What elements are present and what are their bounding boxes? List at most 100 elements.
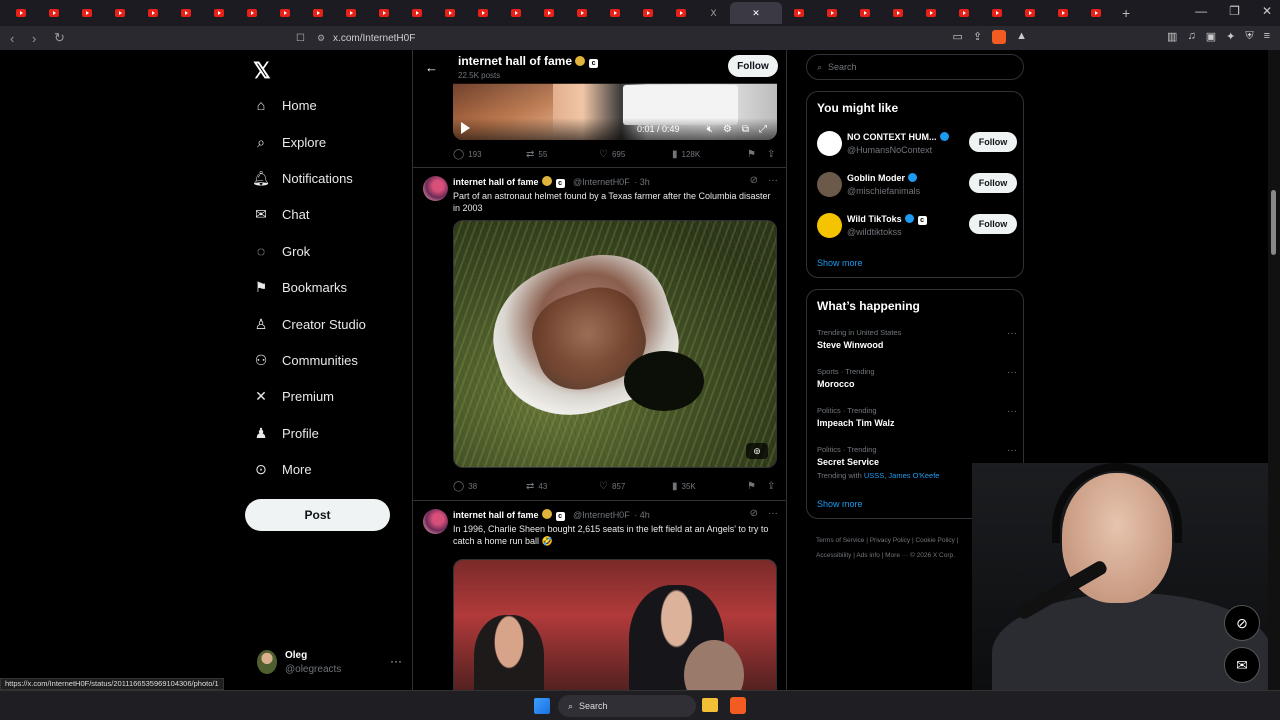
show-more-link[interactable]: Show more — [817, 258, 863, 268]
views-button[interactable]: ▮ 35K — [672, 481, 696, 492]
bookmark-button[interactable]: ⚑ — [747, 149, 756, 160]
browser-tab[interactable] — [136, 2, 169, 24]
author-handle[interactable]: @InternetH0F — [573, 510, 630, 520]
follow-button[interactable]: Follow — [969, 214, 1017, 234]
browser-tab[interactable] — [980, 2, 1013, 24]
repost-button[interactable]: ⇄ 55 — [526, 149, 547, 160]
reply-button[interactable]: ◯ 38 — [453, 481, 477, 492]
video-player[interactable]: 0:01 / 0:49 🔇︎ ⚙ ⧉ ⤢ — [453, 83, 777, 140]
minimize-icon[interactable]: — — [1195, 4, 1207, 18]
scrollbar[interactable] — [1268, 50, 1280, 690]
account-switcher[interactable]: Oleg @olegreacts ··· — [257, 648, 402, 678]
suggestion-item[interactable]: Wild TikToks c @wildtiktokss Follow — [817, 211, 1017, 241]
more-dots-icon[interactable]: ··· — [768, 508, 778, 519]
file-explorer-icon[interactable] — [702, 698, 718, 712]
grok-icon[interactable]: ⊘ — [750, 175, 758, 186]
follow-button[interactable]: Follow — [969, 173, 1017, 193]
fullscreen-icon[interactable]: ⤢ — [759, 124, 767, 135]
browser-tab[interactable] — [631, 2, 664, 24]
post-button[interactable]: Post — [245, 499, 390, 531]
new-tab-button[interactable]: + — [1122, 5, 1130, 21]
post-video[interactable] — [453, 559, 777, 690]
nav-item-grok[interactable]: ◌ Grok — [253, 239, 310, 263]
browser-tab[interactable] — [169, 2, 202, 24]
nav-item-communities[interactable]: ⚇ Communities — [253, 348, 358, 372]
like-button[interactable]: ♡ 857 — [599, 481, 625, 492]
back-arrow-icon[interactable]: ← — [425, 60, 438, 75]
mute-icon[interactable]: 🔇︎ — [707, 124, 713, 135]
pip-icon[interactable]: ⧉ — [742, 124, 749, 135]
wallet-icon[interactable]: ▣ — [1206, 30, 1216, 44]
more-dots-icon[interactable]: ··· — [1007, 367, 1017, 378]
avatar[interactable] — [423, 176, 448, 201]
browser-tab[interactable] — [235, 2, 268, 24]
more-dots-icon[interactable]: ··· — [1007, 445, 1017, 456]
browser-tab[interactable] — [1079, 2, 1112, 24]
more-dots-icon[interactable]: ··· — [1007, 328, 1017, 339]
browser-tab[interactable] — [301, 2, 334, 24]
share-button[interactable]: ⇪ — [767, 481, 775, 492]
post-photo[interactable]: ⊚ — [453, 220, 777, 468]
nav-item-home[interactable]: ⌂ Home — [253, 93, 317, 117]
suggestion-item[interactable]: NO CONTEXT HUM... @HumansNoContext Follo… — [817, 129, 1017, 159]
grok-image-icon[interactable]: ⊚ — [746, 443, 768, 459]
grok-icon[interactable]: ⊘ — [750, 508, 758, 519]
browser-tab[interactable] — [947, 2, 980, 24]
follow-button[interactable]: Follow — [728, 55, 778, 77]
nav-item-explore[interactable]: ⌕ Explore — [253, 130, 326, 154]
avatar[interactable] — [817, 213, 842, 238]
nav-item-chat[interactable]: ✉ Chat — [253, 202, 309, 226]
nav-item-premium[interactable]: ✕ Premium — [253, 384, 334, 408]
back-arrow-icon[interactable]: ‹ — [10, 31, 22, 46]
browser-tab[interactable] — [848, 2, 881, 24]
vpn-icon[interactable]: ⛨ — [1245, 30, 1253, 44]
browser-tab[interactable] — [37, 2, 70, 24]
x-logo-icon[interactable]: 𝕏 — [253, 58, 271, 84]
nav-item-notifications[interactable]: 🔔︎ Notifications — [252, 166, 353, 190]
site-info-icon[interactable]: ⚙ — [317, 33, 325, 44]
like-button[interactable]: ♡ 695 — [599, 149, 625, 160]
messages-floating-icon[interactable]: ✉ — [1224, 647, 1260, 683]
browser-tab[interactable] — [202, 2, 235, 24]
brave-shields-icon[interactable] — [992, 30, 1007, 44]
browser-tab-x[interactable]: X — [697, 2, 730, 24]
repost-button[interactable]: ⇄ 43 — [526, 481, 547, 492]
close-window-icon[interactable]: ✕ — [1262, 4, 1272, 18]
browser-tab-active[interactable]: ✕ — [730, 2, 782, 24]
browser-tab[interactable] — [70, 2, 103, 24]
bookmark-page-icon[interactable]: ☐ — [296, 33, 305, 44]
avatar[interactable] — [817, 172, 842, 197]
brave-browser-icon[interactable] — [730, 697, 746, 714]
browser-tab[interactable] — [664, 2, 697, 24]
browser-tab[interactable] — [815, 2, 848, 24]
media-icon[interactable]: ♫ — [1187, 30, 1195, 44]
browser-tab[interactable] — [565, 2, 598, 24]
bookmark-button[interactable]: ⚑ — [747, 481, 756, 492]
views-button[interactable]: ▮ 128K — [672, 149, 700, 160]
author-name[interactable]: internet hall of fame — [453, 510, 539, 520]
browser-tab[interactable] — [881, 2, 914, 24]
browser-tab[interactable] — [400, 2, 433, 24]
extensions-icon[interactable]: ✦ — [1226, 30, 1235, 44]
browser-tab[interactable] — [433, 2, 466, 24]
post[interactable]: internet hall of fame c @InternetH0F · 4h… — [413, 503, 786, 690]
trend-item[interactable]: Politics · Trending Impeach Tim Walz ··· — [817, 406, 1017, 428]
browser-tab[interactable] — [1013, 2, 1046, 24]
avatar[interactable] — [817, 131, 842, 156]
settings-icon[interactable]: ⚙ — [723, 124, 732, 135]
menu-icon[interactable]: ≡ — [1264, 30, 1270, 44]
avatar[interactable] — [423, 509, 448, 534]
nav-item-profile[interactable]: ♟ Profile — [253, 421, 319, 445]
scrollbar-thumb[interactable] — [1271, 190, 1276, 255]
cast-icon[interactable]: ▭ — [953, 30, 963, 44]
show-more-link[interactable]: Show more — [817, 499, 863, 509]
post-age[interactable]: · 3h — [634, 177, 650, 187]
reply-button[interactable]: ◯ 193 — [453, 149, 482, 160]
trend-related-links[interactable]: USSS, James O'Keefe — [864, 471, 940, 480]
url-field[interactable]: ☐ ⚙ x.com/InternetH0F — [296, 29, 980, 47]
browser-tab[interactable] — [782, 2, 815, 24]
follow-button[interactable]: Follow — [969, 132, 1017, 152]
play-icon[interactable] — [461, 122, 470, 134]
browser-tab[interactable] — [4, 2, 37, 24]
browser-tab[interactable] — [367, 2, 400, 24]
